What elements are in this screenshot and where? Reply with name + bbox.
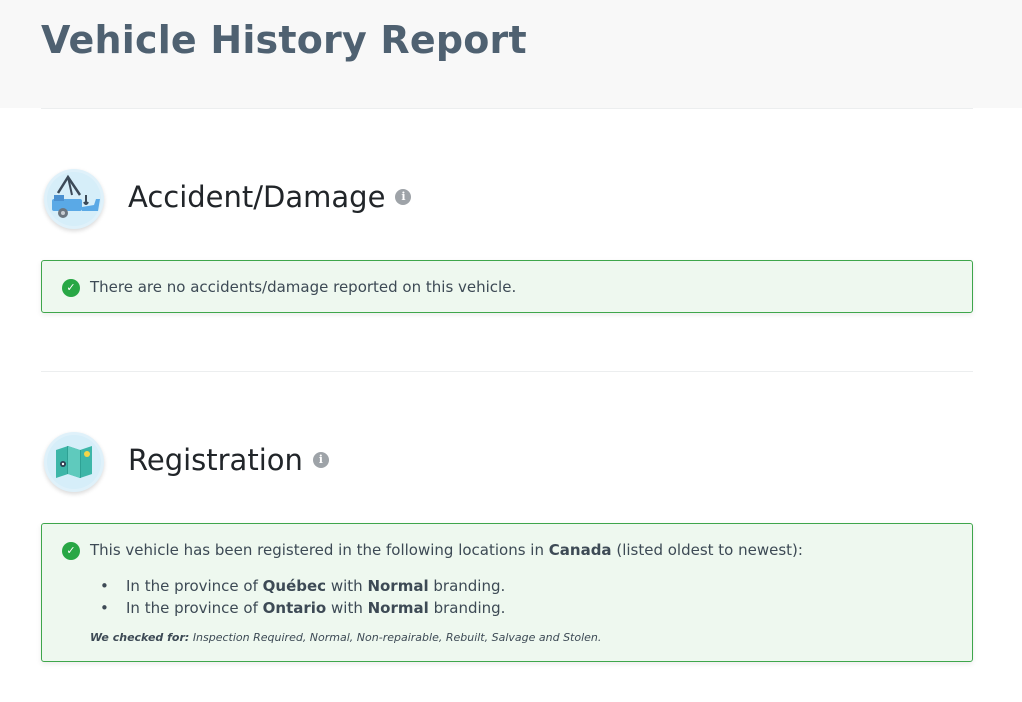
tow-truck-icon xyxy=(44,169,104,229)
location-suffix: branding. xyxy=(433,577,506,595)
accident-status-alert: ✓ There are no accidents/damage reported… xyxy=(41,260,973,313)
check-circle-icon: ✓ xyxy=(62,542,80,560)
info-icon[interactable]: i xyxy=(395,189,412,205)
province-name: Québec xyxy=(262,577,327,595)
registration-title-text: Registration xyxy=(128,443,303,477)
page-title: Vehicle History Report xyxy=(41,18,527,62)
location-suffix: branding. xyxy=(433,599,506,617)
registration-intro: This vehicle has been registered in the … xyxy=(90,541,803,559)
province-name: Ontario xyxy=(262,599,327,617)
info-icon[interactable]: i xyxy=(312,452,329,468)
checked-for-values: Inspection Required, Normal, Non-repaira… xyxy=(192,631,602,644)
accident-section-title: Accident/Damage i xyxy=(128,180,412,214)
checked-for-label: We checked for: xyxy=(90,631,190,644)
divider xyxy=(41,371,973,372)
registration-section-title: Registration i xyxy=(128,443,329,477)
location-prefix: In the province of xyxy=(126,577,258,595)
page-header: Vehicle History Report xyxy=(0,0,1022,108)
intro-prefix: This vehicle has been registered in the … xyxy=(90,541,544,559)
list-item: In the province of Ontario with Normal b… xyxy=(100,597,505,619)
checked-for-note: We checked for: Inspection Required, Nor… xyxy=(90,631,601,644)
map-icon xyxy=(44,432,104,492)
check-circle-icon: ✓ xyxy=(62,279,80,297)
location-mid: with xyxy=(330,577,363,595)
intro-suffix: (listed oldest to newest): xyxy=(616,541,803,559)
list-item: In the province of Québec with Normal br… xyxy=(100,575,505,597)
registration-location-list: In the province of Québec with Normal br… xyxy=(100,575,505,619)
location-prefix: In the province of xyxy=(126,599,258,617)
branding-value: Normal xyxy=(367,577,429,595)
branding-value: Normal xyxy=(367,599,429,617)
location-mid: with xyxy=(331,599,363,617)
divider xyxy=(41,108,973,109)
accident-message: There are no accidents/damage reported o… xyxy=(90,278,517,296)
accident-title-text: Accident/Damage xyxy=(128,180,386,214)
registration-status-alert: ✓ This vehicle has been registered in th… xyxy=(41,523,973,662)
country-name: Canada xyxy=(548,541,612,559)
